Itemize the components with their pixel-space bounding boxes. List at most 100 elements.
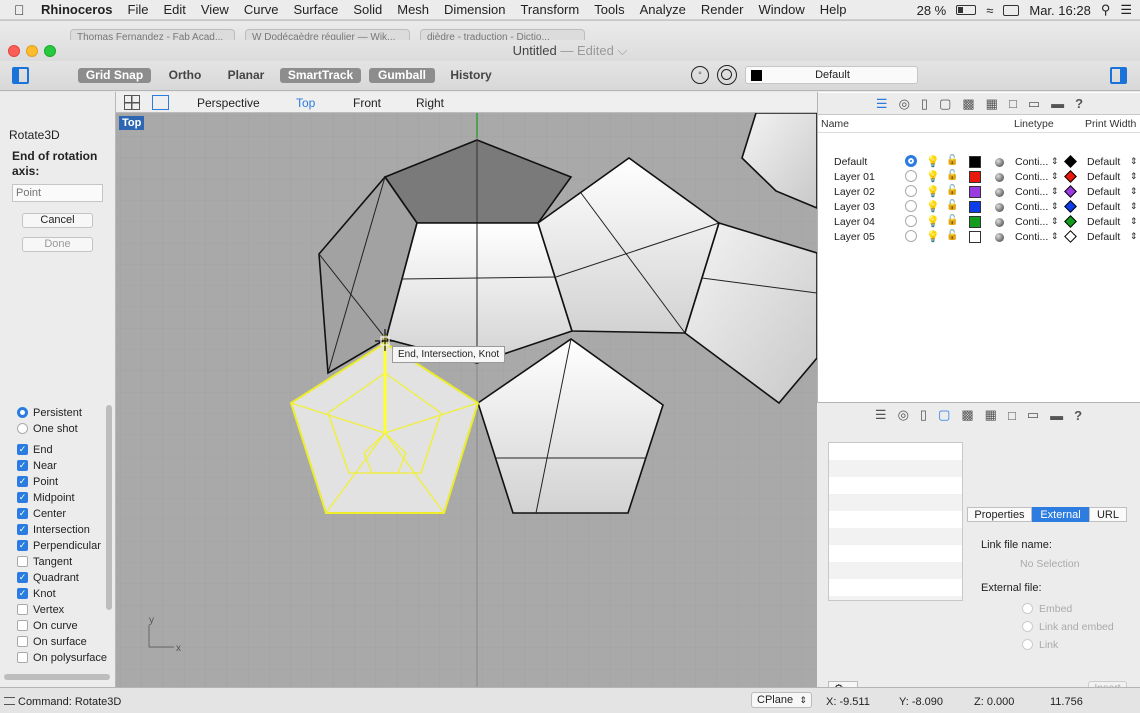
layer-color-swatch[interactable] [969, 201, 981, 213]
lock-icon[interactable]: 🔓 [946, 215, 958, 226]
cancel-button[interactable]: Cancel [22, 213, 93, 228]
command-history-icon[interactable] [4, 697, 15, 705]
print-color-diamond[interactable] [1064, 215, 1077, 228]
print-color-diamond[interactable] [1064, 230, 1077, 243]
planar-toggle[interactable]: Planar [221, 68, 271, 83]
osnap-on-polysurface-checkbox[interactable]: On polysurface [17, 650, 107, 665]
linetype-value[interactable]: Conti... [1015, 156, 1048, 168]
col-header-name[interactable]: Name [821, 118, 849, 133]
lock-icon[interactable]: 🔓 [946, 170, 958, 181]
display-mode-icon[interactable]: ◎ [898, 407, 909, 423]
object-icon[interactable]: ▢ [939, 96, 951, 112]
osnap-intersection-checkbox[interactable]: ✓ Intersection [17, 522, 90, 537]
display-mode-icon[interactable]: ◎ [899, 96, 910, 112]
help-icon[interactable]: ? [1075, 96, 1083, 111]
history-toggle[interactable]: History [445, 68, 497, 83]
osnap-tangent-checkbox[interactable]: Tangent [17, 554, 72, 569]
osnap-near-checkbox[interactable]: ✓ Near [17, 458, 57, 473]
linetype-value[interactable]: Conti... [1015, 186, 1048, 198]
menu-edit[interactable]: Edit [156, 2, 193, 17]
layer-color-swatch[interactable] [969, 216, 981, 228]
col-header-linetype[interactable]: Linetype [1014, 118, 1054, 133]
layer-color-swatch[interactable] [969, 231, 981, 243]
gumball-toggle[interactable]: Gumball [369, 68, 435, 83]
single-viewport-icon[interactable] [152, 95, 169, 110]
layer-row[interactable]: Default 💡 🔓 Conti... ⇕ Default ⇕ [818, 155, 1140, 170]
document-icon[interactable]: ▯ [921, 96, 928, 112]
osnap-end-checkbox[interactable]: ✓ End [17, 442, 53, 457]
stepper-icon[interactable]: ⇕ [1051, 171, 1059, 182]
osnap-on-surface-checkbox[interactable]: On surface [17, 634, 87, 649]
linetype-value[interactable]: Conti... [1015, 171, 1048, 183]
current-layer-radio[interactable] [905, 215, 917, 227]
menu-mesh[interactable]: Mesh [390, 2, 437, 17]
material-icon[interactable]: ▦ [985, 407, 997, 423]
camera-icon[interactable]: ▩ [961, 407, 973, 423]
stepper-icon[interactable]: ⇕ [1051, 231, 1059, 242]
layer-row[interactable]: Layer 04 💡 🔓 Conti... ⇕ Default ⇕ [818, 215, 1140, 230]
stepper-icon[interactable]: ⇕ [1130, 156, 1138, 167]
command-line[interactable]: Command: Rotate3D [18, 696, 121, 708]
osnap-midpoint-checkbox[interactable]: ✓ Midpoint [17, 490, 75, 505]
osnap-knot-checkbox[interactable]: ✓ Knot [17, 586, 56, 601]
menu-dimension[interactable]: Dimension [437, 2, 513, 17]
menu-analyze[interactable]: Analyze [632, 2, 693, 17]
col-header-print-width[interactable]: Print Width [1085, 118, 1136, 133]
menu-solid[interactable]: Solid [346, 2, 390, 17]
material-sphere-icon[interactable] [995, 218, 1004, 227]
menu-view[interactable]: View [193, 2, 236, 17]
stepper-icon[interactable]: ⇕ [1130, 231, 1138, 242]
tab-right[interactable]: Right [416, 96, 444, 110]
osnap-one-shot-radio[interactable]: One shot [17, 421, 78, 436]
layer-color-swatch[interactable] [969, 186, 981, 198]
battery-icon[interactable] [956, 5, 977, 15]
lock-icon[interactable]: 🔓 [946, 185, 958, 196]
monitor-icon[interactable]: ▬ [1051, 96, 1064, 111]
camera-icon[interactable]: ▩ [962, 96, 974, 112]
menu-transform[interactable]: Transform [513, 2, 587, 17]
current-layer-radio[interactable] [905, 230, 917, 242]
page-icon[interactable]: □ [1009, 96, 1017, 111]
viewport-label[interactable]: Top [119, 116, 145, 130]
print-width-value[interactable]: Default [1087, 231, 1120, 243]
material-sphere-icon[interactable] [995, 188, 1004, 197]
lightbulb-icon[interactable]: 💡 [926, 170, 940, 183]
embed-radio[interactable]: Embed [1022, 603, 1072, 615]
print-width-value[interactable]: Default [1087, 201, 1120, 213]
menu-render[interactable]: Render [693, 2, 751, 17]
osnap-scrollbar[interactable] [106, 405, 112, 610]
osnap-point-checkbox[interactable]: ✓ Point [17, 474, 58, 489]
osnap-perpendicular-checkbox[interactable]: ✓ Perpendicular [17, 538, 101, 553]
object-list[interactable] [828, 442, 963, 601]
display-icon[interactable] [1003, 4, 1020, 16]
horizontal-scrollbar[interactable] [4, 674, 110, 680]
print-width-value[interactable]: Default [1087, 156, 1120, 168]
menu-window[interactable]: Window [751, 2, 812, 17]
menu-curve[interactable]: Curve [236, 2, 286, 17]
linetype-value[interactable]: Conti... [1015, 231, 1048, 243]
osnap-center-checkbox[interactable]: ✓ Center [17, 506, 66, 521]
current-layer-radio[interactable] [905, 185, 917, 197]
wifi-icon[interactable]: ≈ [986, 3, 993, 18]
layer-row[interactable]: Layer 01 💡 🔓 Conti... ⇕ Default ⇕ [818, 170, 1140, 185]
lightbulb-icon[interactable]: 💡 [926, 215, 940, 228]
layer-row[interactable]: Layer 05 💡 🔓 Conti... ⇕ Default ⇕ [818, 230, 1140, 245]
stepper-icon[interactable]: ⇕ [1051, 201, 1059, 212]
lightbulb-icon[interactable]: 💡 [926, 230, 940, 243]
lock-icon[interactable]: 🔓 [946, 200, 958, 211]
apple-icon[interactable]:  [0, 2, 32, 18]
tab-top[interactable]: Top [296, 96, 315, 110]
layer-row[interactable]: Layer 02 💡 🔓 Conti... ⇕ Default ⇕ [818, 185, 1140, 200]
current-layer-radio[interactable] [905, 200, 917, 212]
link-radio[interactable]: Link [1022, 639, 1058, 651]
page-icon[interactable]: □ [1008, 408, 1016, 423]
lock-icon[interactable]: 🔓 [946, 230, 958, 241]
point-input[interactable] [12, 184, 103, 202]
object-icon[interactable]: ▢ [938, 407, 950, 423]
print-color-diamond[interactable] [1064, 185, 1077, 198]
print-color-diamond[interactable] [1064, 200, 1077, 213]
ortho-toggle[interactable]: Ortho [160, 68, 210, 83]
four-viewports-icon[interactable] [124, 95, 140, 110]
layers-icon[interactable]: ☰ [875, 407, 887, 423]
linetype-value[interactable]: Conti... [1015, 201, 1048, 213]
